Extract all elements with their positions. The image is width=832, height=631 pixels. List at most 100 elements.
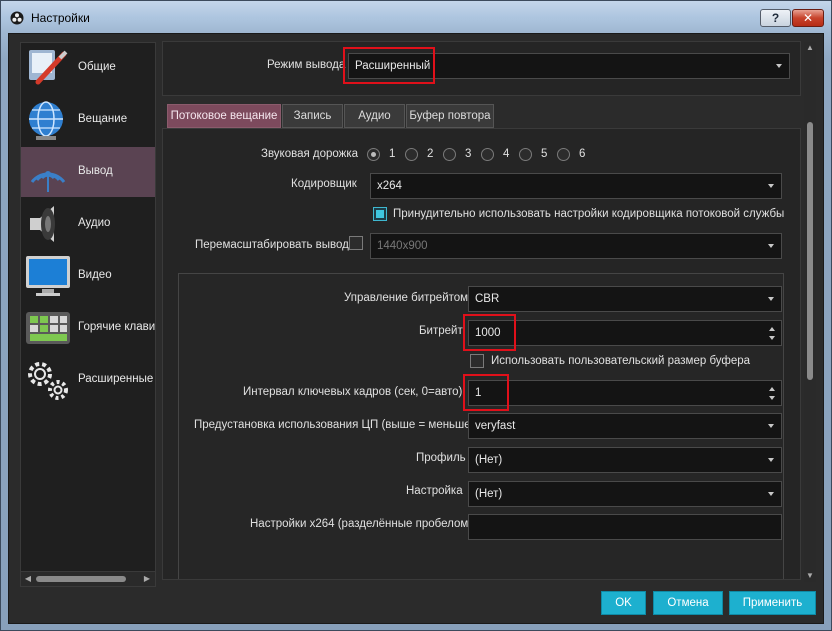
chevron-down-icon	[768, 244, 774, 248]
close-button[interactable]: ✕	[792, 9, 824, 27]
sidebar-item-label: Расширенные	[78, 373, 154, 385]
broadcast-icon	[30, 171, 66, 192]
encoder-label: Кодировщик	[291, 178, 357, 190]
profile-label: Профиль	[416, 452, 466, 464]
encoder-select[interactable]: x264	[370, 173, 782, 199]
spin-up-icon[interactable]	[769, 327, 775, 331]
keyframe-interval-spinbox[interactable]: 1	[468, 380, 782, 406]
tab-recording[interactable]: Запись	[282, 104, 343, 128]
audio-track-radio-6[interactable]	[557, 148, 570, 161]
rate-control-select[interactable]: CBR	[468, 286, 782, 312]
audio-track-radio-5[interactable]	[519, 148, 532, 161]
keyframe-interval-label: Интервал ключевых кадров (сек, 0=авто)	[243, 386, 463, 398]
bitrate-label: Битрейт	[419, 325, 463, 337]
sidebar-item-audio[interactable]: Аудио	[21, 199, 155, 249]
globe-icon	[29, 101, 63, 140]
audio-track-number: 5	[541, 148, 548, 160]
audio-track-radio-1[interactable]	[367, 148, 380, 161]
audio-track-label: Звуковая дорожка	[261, 148, 359, 160]
tab-audio[interactable]: Аудио	[344, 104, 405, 128]
sidebar-item-label: Общие	[78, 61, 116, 73]
general-icon	[29, 50, 68, 85]
help-button[interactable]: ?	[760, 9, 791, 27]
settings-sidebar: Общие Вещание Вывод Аудио Видео Горячие …	[20, 42, 156, 587]
highlight-box	[463, 314, 516, 351]
tune-value: (Нет)	[475, 488, 503, 500]
scroll-up-arrow-icon[interactable]: ▲	[804, 42, 816, 54]
sidebar-item-label: Вещание	[78, 113, 128, 125]
enforce-encoder-checkbox[interactable]	[373, 207, 387, 221]
spin-down-icon[interactable]	[769, 396, 775, 400]
rescale-checkbox[interactable]	[349, 236, 363, 250]
monitor-icon	[26, 256, 70, 296]
gears-icon	[28, 362, 68, 400]
chevron-down-icon	[768, 297, 774, 301]
scroll-right-arrow-icon[interactable]: ▶	[141, 573, 153, 585]
apply-button[interactable]: Применить	[729, 591, 816, 615]
keyboard-icon	[26, 312, 70, 344]
sidebar-item-video[interactable]: Видео	[21, 251, 155, 301]
tune-select[interactable]: (Нет)	[468, 481, 782, 507]
tab-replay-buffer[interactable]: Буфер повтора	[406, 104, 494, 128]
sidebar-item-output[interactable]: Вывод	[21, 147, 155, 197]
spin-up-icon[interactable]	[769, 387, 775, 391]
scrollbar-thumb[interactable]	[807, 122, 813, 380]
audio-track-radio-2[interactable]	[405, 148, 418, 161]
output-mode-label: Режим вывода	[267, 59, 346, 71]
chevron-down-icon	[768, 424, 774, 428]
sidebar-item-label: Вывод	[78, 165, 113, 177]
x264-options-input[interactable]	[468, 514, 782, 540]
rescale-resolution-select[interactable]: 1440x900	[370, 233, 782, 259]
cpu-preset-label: Предустановка использования ЦП (выше = м…	[194, 419, 475, 431]
encoder-value: x264	[377, 180, 402, 192]
chevron-down-icon	[768, 492, 774, 496]
sidebar-item-stream[interactable]: Вещание	[21, 95, 155, 145]
scroll-left-arrow-icon[interactable]: ◀	[22, 573, 34, 585]
speaker-icon	[30, 206, 55, 242]
rescale-resolution-value: 1440x900	[377, 240, 428, 252]
chevron-down-icon	[776, 64, 782, 68]
profile-value: (Нет)	[475, 454, 503, 466]
output-mode-panel: Режим вывода Расширенный	[162, 41, 801, 96]
scroll-down-arrow-icon[interactable]: ▼	[804, 570, 816, 582]
sidebar-item-hotkeys[interactable]: Горячие клавиши	[21, 303, 155, 353]
custom-buffer-checkbox[interactable]	[470, 354, 484, 368]
audio-track-number: 4	[503, 148, 510, 160]
cpu-preset-value: veryfast	[475, 420, 516, 432]
rate-control-value: CBR	[475, 293, 500, 305]
custom-buffer-label: Использовать пользовательский размер буф…	[491, 355, 751, 367]
x264-options-label: Настройки x264 (разделённые пробелом)	[250, 518, 473, 530]
rate-control-label: Управление битрейтом	[344, 292, 469, 304]
audio-track-number: 6	[579, 148, 586, 160]
settings-client-area: Общие Вещание Вывод Аудио Видео Горячие …	[8, 33, 824, 624]
audio-track-number: 3	[465, 148, 472, 160]
audio-track-number: 2	[427, 148, 434, 160]
tab-streaming[interactable]: Потоковое вещание	[167, 104, 281, 128]
title-bar: Настройки ? ✕	[1, 1, 831, 33]
window-title: Настройки	[31, 11, 90, 25]
chevron-down-icon	[768, 184, 774, 188]
audio-track-radio-3[interactable]	[443, 148, 456, 161]
sidebar-item-general[interactable]: Общие	[21, 43, 155, 93]
rescale-label: Перемасштабировать вывод	[195, 239, 349, 251]
sidebar-item-label: Видео	[78, 269, 112, 281]
chevron-down-icon	[768, 458, 774, 462]
audio-track-number: 1	[389, 148, 396, 160]
enforce-encoder-label: Принудительно использовать настройки код…	[393, 208, 785, 220]
sidebar-item-label: Горячие клавиши	[78, 321, 156, 333]
sidebar-horizontal-scrollbar[interactable]: ◀ ▶	[21, 571, 155, 586]
audio-track-radio-4[interactable]	[481, 148, 494, 161]
streaming-tab-panel: Звуковая дорожка 1 2 3 4 5 6 Кодировщик …	[162, 128, 801, 580]
cpu-preset-select[interactable]: veryfast	[468, 413, 782, 439]
cancel-button[interactable]: Отмена	[653, 591, 723, 615]
tune-label: Настройка	[406, 485, 463, 497]
settings-vertical-scrollbar[interactable]: ▲ ▼	[804, 42, 816, 582]
highlight-box	[463, 374, 509, 411]
scrollbar-thumb[interactable]	[36, 576, 126, 582]
profile-select[interactable]: (Нет)	[468, 447, 782, 473]
ok-button[interactable]: OK	[601, 591, 646, 615]
obs-logo-icon	[10, 11, 24, 25]
spin-down-icon[interactable]	[769, 336, 775, 340]
highlight-box	[343, 47, 435, 84]
sidebar-item-advanced[interactable]: Расширенные	[21, 355, 155, 405]
